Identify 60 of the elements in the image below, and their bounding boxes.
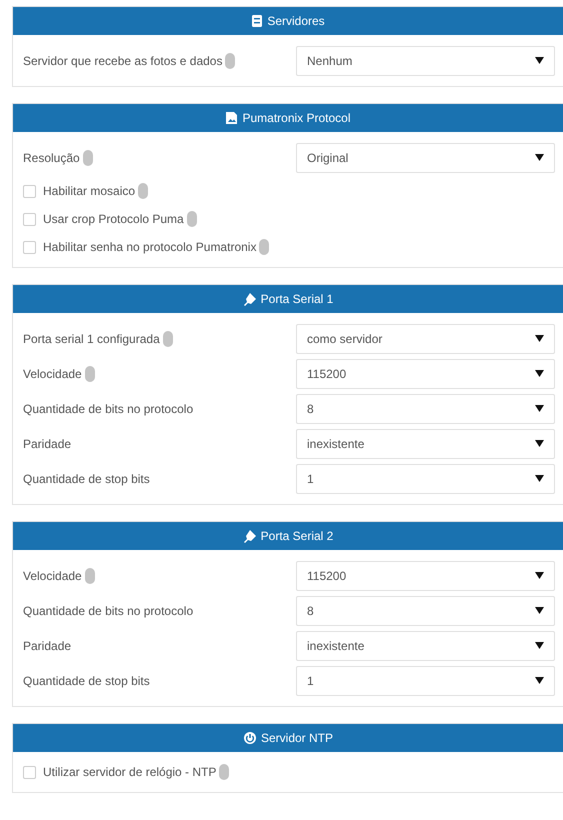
image-file-icon <box>225 111 238 125</box>
panel-title: Servidor NTP <box>260 730 334 747</box>
field-label: Resolução <box>23 150 80 166</box>
help-icon[interactable] <box>84 568 95 584</box>
help-icon[interactable] <box>219 764 230 780</box>
panel-title: Porta Serial 2 <box>260 528 334 545</box>
dropdown-select[interactable]: como servidor <box>296 324 555 354</box>
field-label: Paridade <box>23 638 72 654</box>
caret-icon <box>535 474 544 483</box>
panel-title: Pumatronix Protocol <box>242 110 351 127</box>
field-label: Quantidade de bits no protocolo <box>23 602 194 620</box>
caret-icon <box>535 153 544 162</box>
dropdown-select[interactable]: 1 <box>296 666 555 696</box>
caret-icon <box>535 571 544 580</box>
caret-icon <box>535 641 544 650</box>
panel-title: Servidores <box>267 13 325 30</box>
dropdown-select[interactable]: 115200 <box>296 358 555 388</box>
checkbox[interactable] <box>23 766 36 778</box>
dropdown-select[interactable]: inexistente <box>296 428 555 458</box>
field-label: Quantidade de stop bits <box>23 470 150 488</box>
help-icon[interactable] <box>138 183 148 199</box>
checkbox-label: Usar crop Protocolo Puma <box>43 211 184 228</box>
help-icon[interactable] <box>162 330 173 346</box>
field-label: Quantidade de stop bits <box>23 672 150 690</box>
field-label: Paridade <box>23 436 72 452</box>
dropdown-select[interactable]: 1 <box>296 464 555 494</box>
field-label: Quantidade de bits no protocolo <box>23 400 194 418</box>
dropdown-select[interactable]: Nenhum <box>296 46 555 76</box>
help-icon[interactable] <box>84 366 95 382</box>
caret-icon <box>535 606 544 615</box>
checkbox[interactable] <box>23 184 36 198</box>
panel-title: Porta Serial 1 <box>260 291 334 308</box>
caret-icon <box>535 404 544 413</box>
dropdown-select[interactable]: 8 <box>296 596 555 626</box>
checkbox-label: Habilitar senha no protocolo Pumatronix <box>43 239 256 256</box>
plug-icon <box>242 529 257 543</box>
caret-icon <box>535 56 544 65</box>
help-icon[interactable] <box>186 211 197 227</box>
checkbox[interactable] <box>23 240 36 254</box>
checkbox[interactable] <box>23 212 36 226</box>
checkbox-label: Utilizar servidor de relógio - NTP <box>43 764 216 781</box>
field-label: Servidor que recebe as fotos e dados <box>23 52 222 70</box>
checkbox-label: Habilitar mosaico <box>43 183 136 200</box>
caret-icon <box>535 439 544 448</box>
help-icon[interactable] <box>225 52 236 68</box>
server-icon <box>251 14 264 28</box>
power-icon <box>242 731 257 745</box>
caret-icon <box>535 676 544 685</box>
dropdown-select[interactable]: Original <box>296 142 555 172</box>
help-icon[interactable] <box>82 150 93 166</box>
caret-icon <box>535 334 544 343</box>
field-label: Velocidade <box>23 366 82 382</box>
field-label: Velocidade <box>23 568 82 584</box>
dropdown-select[interactable]: 115200 <box>296 560 555 590</box>
caret-icon <box>535 369 544 378</box>
dropdown-select[interactable]: 8 <box>296 394 555 424</box>
plug-icon <box>242 292 257 306</box>
help-icon[interactable] <box>259 239 270 255</box>
dropdown-select[interactable]: inexistente <box>296 630 555 660</box>
field-label: Porta serial 1 configurada <box>23 330 160 348</box>
